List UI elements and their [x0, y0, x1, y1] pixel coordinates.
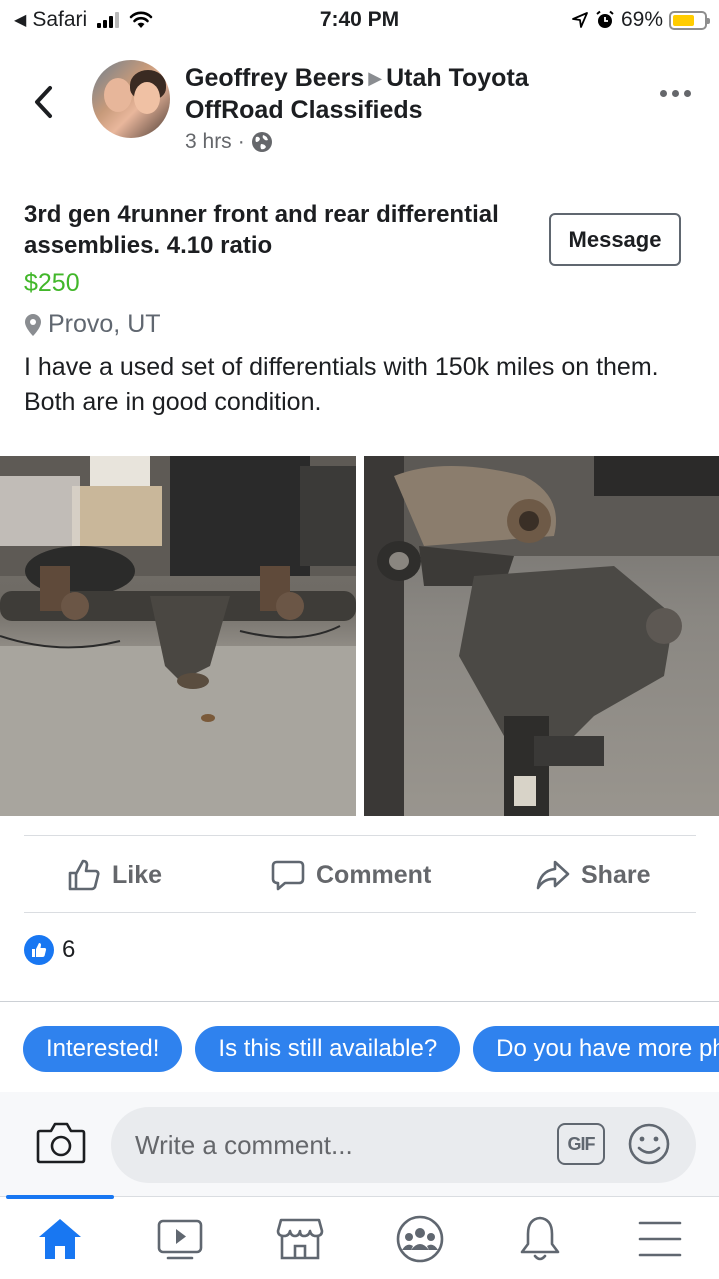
comment-label: Comment — [316, 860, 432, 889]
avatar[interactable] — [92, 60, 170, 138]
thumbs-up-icon — [68, 859, 100, 891]
emoji-icon[interactable] — [627, 1122, 671, 1166]
listing-price: $250 — [24, 269, 80, 297]
avatar-face — [134, 82, 160, 114]
active-tab-indicator — [6, 1195, 114, 1199]
listing-location: Provo, UT — [24, 310, 161, 339]
alarm-icon — [596, 10, 614, 28]
post-header: Geoffrey Beers ▶ Utah Toyota OffRoad Class… — [0, 56, 719, 166]
divider — [24, 912, 696, 913]
video-icon — [157, 1219, 203, 1260]
share-arrow-icon — [536, 860, 570, 890]
share-button[interactable]: Share — [535, 852, 650, 898]
triangle-right-icon: ▶ — [368, 68, 383, 88]
front-diff-photo-art — [364, 456, 719, 816]
divider — [24, 835, 696, 836]
location-text: Provo, UT — [48, 310, 161, 338]
message-button[interactable]: Message — [549, 213, 681, 266]
author-name[interactable]: Geoffrey Beers — [185, 64, 364, 92]
listing-photo-front-differential[interactable] — [364, 456, 719, 816]
like-reaction-icon — [24, 935, 54, 965]
post-meta: 3 hrs · — [185, 130, 273, 154]
listing-description: I have a used set of differentials with … — [24, 353, 659, 416]
tab-notifications[interactable] — [514, 1213, 566, 1265]
marketplace-icon — [276, 1218, 324, 1260]
quick-replies: Interested! Is this still available? Do yo… — [23, 1026, 719, 1072]
tab-menu[interactable] — [634, 1213, 686, 1265]
tab-home[interactable] — [34, 1213, 86, 1265]
back-chevron-icon[interactable] — [28, 82, 60, 122]
location-pin-icon — [25, 313, 41, 336]
camera-icon[interactable] — [36, 1119, 86, 1165]
battery-percent: 69% — [620, 8, 663, 31]
listing-title: 3rd gen 4runner front and rear different… — [24, 201, 499, 259]
bell-icon — [520, 1216, 560, 1261]
like-label: Like — [112, 860, 163, 889]
post-byline: Geoffrey Beers ▶ Utah Toyota OffRoad Class… — [185, 62, 605, 126]
more-options-icon[interactable] — [660, 90, 691, 97]
comment-icon — [271, 860, 305, 891]
comment-bar — [0, 1092, 719, 1196]
tab-groups[interactable] — [394, 1213, 446, 1265]
battery-fill — [673, 14, 694, 26]
like-button[interactable]: Like — [66, 852, 162, 898]
rear-axle-photo-art — [0, 456, 356, 816]
quick-reply-chip[interactable]: Is this still available? — [195, 1026, 461, 1072]
battery-icon — [669, 10, 710, 30]
status-bar: ◀ Safari 7:40 PM 69% — [0, 0, 719, 40]
menu-icon — [638, 1221, 682, 1257]
meta-separator: · — [237, 130, 245, 153]
comment-button[interactable]: Comment — [270, 852, 431, 898]
home-icon — [39, 1219, 81, 1259]
tab-watch[interactable] — [154, 1213, 206, 1265]
listing-photo-rear-differential[interactable] — [0, 456, 356, 816]
tab-marketplace[interactable] — [274, 1213, 326, 1265]
groups-icon — [396, 1215, 444, 1263]
reaction-summary[interactable]: 6 — [24, 935, 75, 965]
post-time[interactable]: 3 hrs — [185, 130, 232, 154]
quick-reply-chip[interactable]: Do you have more photos? — [473, 1026, 719, 1072]
comment-input[interactable] — [111, 1107, 696, 1183]
divider — [0, 1001, 719, 1002]
share-label: Share — [581, 860, 651, 889]
location-arrow-icon — [572, 12, 588, 28]
quick-reply-chip[interactable]: Interested! — [23, 1026, 183, 1072]
status-right: 69% — [571, 8, 710, 32]
bottom-tab-bar — [0, 1195, 719, 1279]
gif-button[interactable]: GIF — [557, 1123, 605, 1165]
reaction-count: 6 — [62, 936, 76, 963]
avatar-face — [104, 78, 132, 112]
globe-icon — [251, 132, 272, 152]
